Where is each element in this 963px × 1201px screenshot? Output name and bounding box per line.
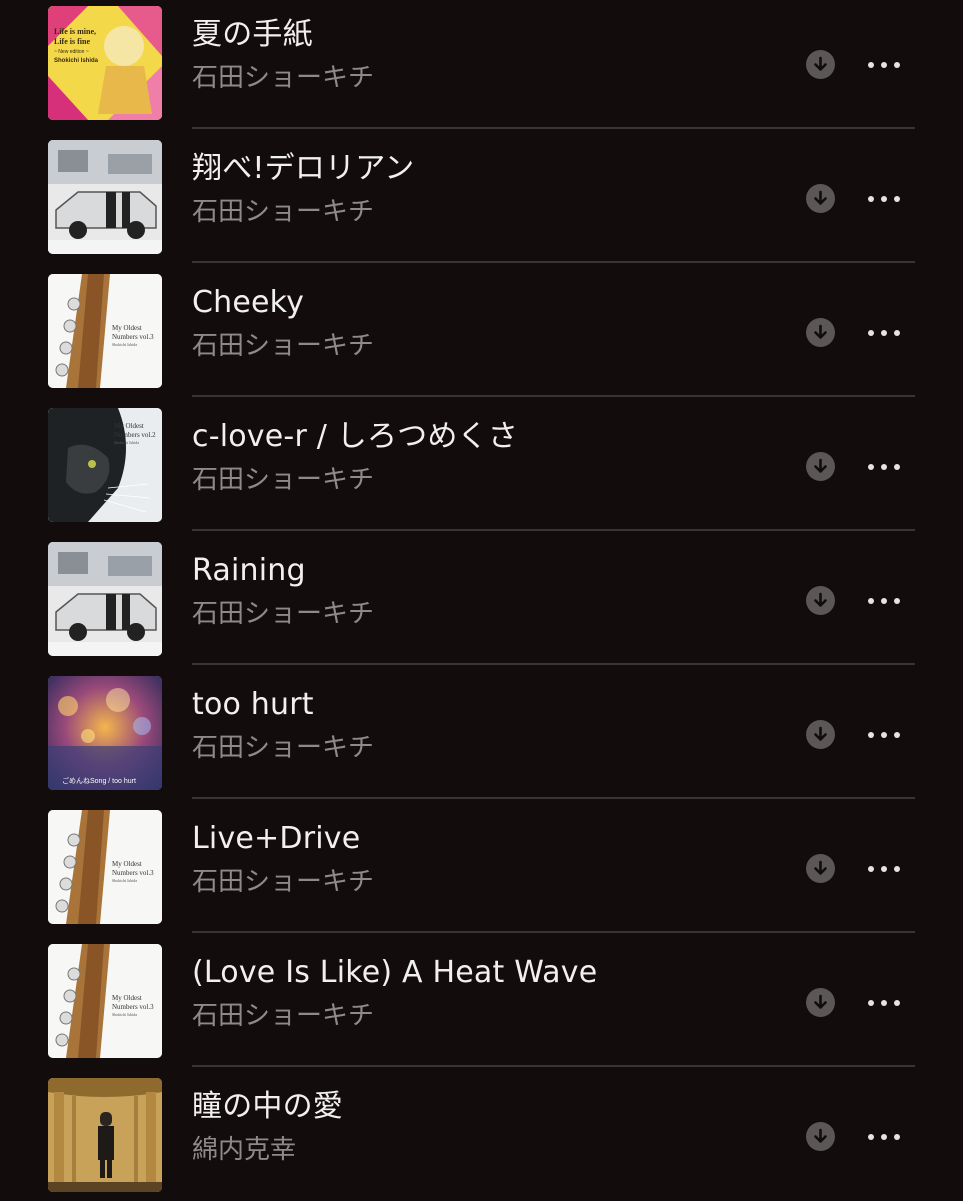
track-row[interactable]: My Oldest Numbers vol.3 Shokichi Ishida … [0,799,963,933]
download-button[interactable] [806,318,835,347]
album-art[interactable]: My Oldest Numbers vol.3 Shokichi Ishida [48,810,162,924]
ellipsis-icon [868,866,874,872]
ellipsis-icon [868,196,874,202]
more-options-button[interactable] [864,1122,904,1151]
album-art-text: My Oldest [114,422,144,430]
download-circle-icon [814,56,827,71]
track-row[interactable]: ごめんねSong / too hurt too hurt 石田ショーキチ [0,665,963,799]
track-title: 翔べ!デロリアン [192,151,415,186]
ellipsis-icon [868,1000,874,1006]
download-button[interactable] [806,50,835,79]
track-artist: 石田ショーキチ [192,599,375,629]
track-list: Life is mine, Life is fine ~ New edition… [0,0,963,1201]
more-options-button[interactable] [864,452,904,481]
download-button[interactable] [806,1122,835,1151]
more-options-button[interactable] [864,50,904,79]
download-button[interactable] [806,988,835,1017]
album-art-text: Shokichi Ishida [112,1012,137,1017]
track-row[interactable]: My Oldest Numbers vol.2 Shokichi Ishida … [0,397,963,531]
album-art-my-oldest-numbers-vol3: My Oldest Numbers vol.3 Shokichi Ishida [48,944,162,1058]
track-row[interactable]: Raining 石田ショーキチ [0,531,963,665]
album-art-text: Numbers vol.3 [112,1003,154,1011]
album-art-delorean [48,542,162,656]
album-art[interactable] [48,140,162,254]
track-row[interactable]: My Oldest Numbers vol.3 Shokichi Ishida … [0,263,963,397]
album-art-text: My Oldest [112,324,142,332]
track-title: too hurt [192,687,314,722]
track-title: (Love Is Like) A Heat Wave [192,955,598,990]
track-artist: 石田ショーキチ [192,867,375,897]
ellipsis-icon [868,330,874,336]
track-row[interactable]: Life is mine, Life is fine ~ New edition… [0,0,963,129]
download-circle-icon [814,190,827,205]
download-circle-icon [814,994,827,1009]
album-art-text: Shokichi Ishida [112,878,137,883]
ellipsis-icon [868,62,874,68]
download-button[interactable] [806,184,835,213]
download-circle-icon [814,458,827,473]
track-artist: 石田ショーキチ [192,197,375,227]
album-art-text: ごめんねSong / too hurt [62,776,136,785]
album-art-my-oldest-numbers-vol2: My Oldest Numbers vol.2 Shokichi Ishida [48,408,162,522]
album-art-text: Life is mine, [54,27,96,36]
track-row[interactable]: 瞳の中の愛 綿内克幸 [0,1067,963,1201]
more-options-button[interactable] [864,184,904,213]
album-art-text: My Oldest [112,860,142,868]
album-art-text: Life is fine [54,37,90,46]
album-art-text: My Oldest [112,994,142,1002]
album-art-text: Numbers vol.3 [112,333,154,341]
album-art-my-oldest-numbers-vol3: My Oldest Numbers vol.3 Shokichi Ishida [48,274,162,388]
album-art[interactable]: My Oldest Numbers vol.3 Shokichi Ishida [48,274,162,388]
album-art-text: Shokichi Ishida [54,58,99,64]
download-button[interactable] [806,452,835,481]
download-button[interactable] [806,586,835,615]
more-options-button[interactable] [864,586,904,615]
album-art-text: Shokichi Ishida [114,440,139,445]
download-circle-icon [814,1128,827,1143]
album-art-life-is-mine: Life is mine, Life is fine ~ New edition… [48,6,162,120]
track-title: Raining [192,553,306,588]
track-artist: 石田ショーキチ [192,1001,375,1031]
track-artist: 石田ショーキチ [192,733,375,763]
track-artist: 石田ショーキチ [192,63,375,93]
track-row[interactable]: My Oldest Numbers vol.3 Shokichi Ishida … [0,933,963,1067]
album-art[interactable]: My Oldest Numbers vol.2 Shokichi Ishida [48,408,162,522]
more-options-button[interactable] [864,854,904,883]
album-art-delorean [48,140,162,254]
album-art-too-hurt: ごめんねSong / too hurt [48,676,162,790]
album-art[interactable]: My Oldest Numbers vol.3 Shokichi Ishida [48,944,162,1058]
ellipsis-icon [868,464,874,470]
track-title: 夏の手紙 [192,17,313,52]
track-artist: 綿内克幸 [192,1135,297,1165]
track-title: 瞳の中の愛 [192,1089,343,1124]
album-art-text: Shokichi Ishida [112,342,137,347]
download-button[interactable] [806,720,835,749]
ellipsis-icon [868,732,874,738]
album-art-my-oldest-numbers-vol3: My Oldest Numbers vol.3 Shokichi Ishida [48,810,162,924]
track-title: Live+Drive [192,821,361,856]
track-artist: 石田ショーキチ [192,465,375,495]
download-circle-icon [814,860,827,875]
album-art-text: Numbers vol.3 [112,869,154,877]
track-title: c-love-r / しろつめくさ [192,419,518,454]
track-row[interactable]: 翔べ!デロリアン 石田ショーキチ [0,129,963,263]
album-art[interactable] [48,1078,162,1192]
album-art-text: Numbers vol.2 [114,431,156,439]
more-options-button[interactable] [864,720,904,749]
download-button[interactable] [806,854,835,883]
ellipsis-icon [868,598,874,604]
more-options-button[interactable] [864,988,904,1017]
album-art-stage-curtain [48,1078,162,1192]
album-art[interactable] [48,542,162,656]
track-artist: 石田ショーキチ [192,331,375,361]
album-art-text: ~ New edition ~ [54,49,89,55]
track-title: Cheeky [192,285,305,320]
download-circle-icon [814,324,827,339]
download-circle-icon [814,726,827,741]
download-circle-icon [814,592,827,607]
ellipsis-icon [868,1134,874,1140]
album-art[interactable]: Life is mine, Life is fine ~ New edition… [48,6,162,120]
more-options-button[interactable] [864,318,904,347]
album-art[interactable]: ごめんねSong / too hurt [48,676,162,790]
